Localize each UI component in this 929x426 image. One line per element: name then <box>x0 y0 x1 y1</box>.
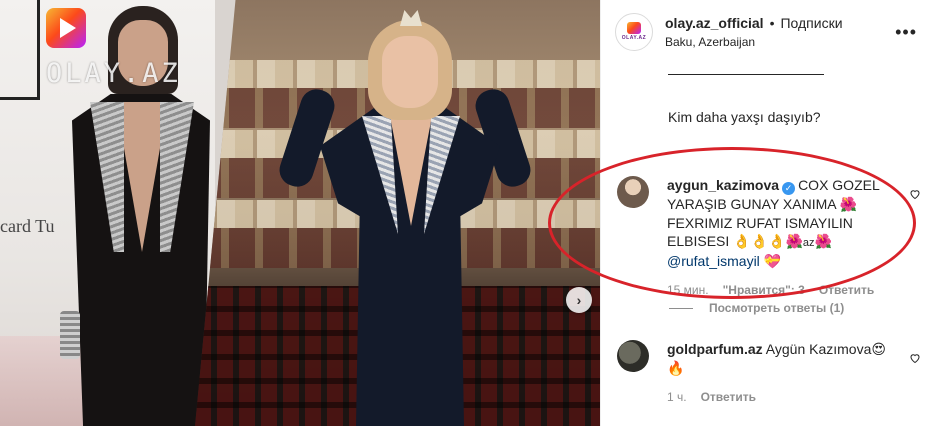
verified-badge-icon: ✓ <box>782 182 796 195</box>
like-heart-icon[interactable] <box>909 352 921 367</box>
commenter-avatar[interactable] <box>617 340 649 372</box>
comment-meta: 1 ч. Ответить <box>667 388 899 406</box>
flower-emoji: 🌺 <box>839 197 858 213</box>
backdrop-logo <box>0 0 40 100</box>
separator-dot: • <box>769 15 775 31</box>
comments-section: Kim daha yaxşı daşıyıb? aygun_kazimova ✓ C… <box>601 64 929 426</box>
olay-watermark: OLAY.AZ <box>46 8 181 89</box>
commenter-avatar[interactable] <box>617 176 649 208</box>
comment-username[interactable]: goldparfum.az <box>667 341 763 357</box>
post-photo[interactable]: card Tu OLAY.AZ › <box>0 0 600 426</box>
comment-username[interactable]: aygun_kazimova <box>667 177 779 193</box>
mention-link[interactable]: @rufat_ismayil <box>667 253 760 269</box>
fire-emoji: 🔥 <box>667 361 685 377</box>
comment-text: goldparfum.az Aygün Kazımova😍 🔥 <box>667 340 899 378</box>
post-header: OLAY.AZ olay.az_official • Подписки Baku… <box>601 0 929 64</box>
like-heart-icon[interactable] <box>909 188 921 203</box>
heart-gift-emoji: 💝 <box>763 254 782 270</box>
comment-time[interactable]: 1 ч. <box>667 388 687 406</box>
account-avatar[interactable]: OLAY.AZ <box>615 13 653 51</box>
post-location[interactable]: Baku, Azerbaijan <box>665 35 889 49</box>
carousel-next-button[interactable]: › <box>566 287 592 313</box>
reply-button[interactable]: Ответить <box>819 281 874 299</box>
caption-question: Kim daha yaxşı daşıyıb? <box>668 109 821 125</box>
chevron-right-icon: › <box>576 292 582 308</box>
woman-right <box>275 8 535 426</box>
view-replies-button[interactable]: Посмотреть ответы (1) <box>669 301 844 315</box>
account-username[interactable]: olay.az_official <box>665 15 764 31</box>
replies-line <box>669 307 693 309</box>
comment-meta: 15 мин. "Нравится": 3 Ответить <box>667 281 899 299</box>
view-replies-label: Посмотреть ответы (1) <box>709 301 845 315</box>
following-button[interactable]: Подписки <box>780 15 842 31</box>
flower-emoji: 🌺 <box>814 234 832 250</box>
avatar-text: OLAY.AZ <box>621 35 647 41</box>
heart-eyes-emoji: 😍 <box>871 342 886 358</box>
comment-text-part: Aygün Kazımova <box>765 341 872 357</box>
post-side-panel: OLAY.AZ olay.az_official • Подписки Baku… <box>600 0 929 426</box>
ok-hand-emoji-row: 👌👌👌🌺 <box>733 234 803 250</box>
comment-item: aygun_kazimova ✓ COX GOZEL YARAŞIB GUNAY X… <box>617 176 917 299</box>
comment-item: goldparfum.az Aygün Kazımova😍 🔥 1 ч. Отв… <box>617 340 917 406</box>
reply-button[interactable]: Ответить <box>701 388 756 406</box>
watermark-text: OLAY.AZ <box>46 58 181 89</box>
comment-text-part: az <box>802 237 815 249</box>
comment-text: aygun_kazimova ✓ COX GOZEL YARAŞIB GUNAY X… <box>667 176 899 271</box>
comment-time[interactable]: 15 мин. <box>667 281 709 299</box>
comment-likes[interactable]: "Нравится": 3 <box>723 281 805 299</box>
more-options-icon[interactable]: ••• <box>895 22 917 43</box>
backdrop-sponsor-text: card Tu <box>0 216 55 236</box>
caption-divider-line <box>668 74 824 75</box>
olay-logo-icon <box>627 22 641 34</box>
play-logo-icon <box>46 8 86 48</box>
